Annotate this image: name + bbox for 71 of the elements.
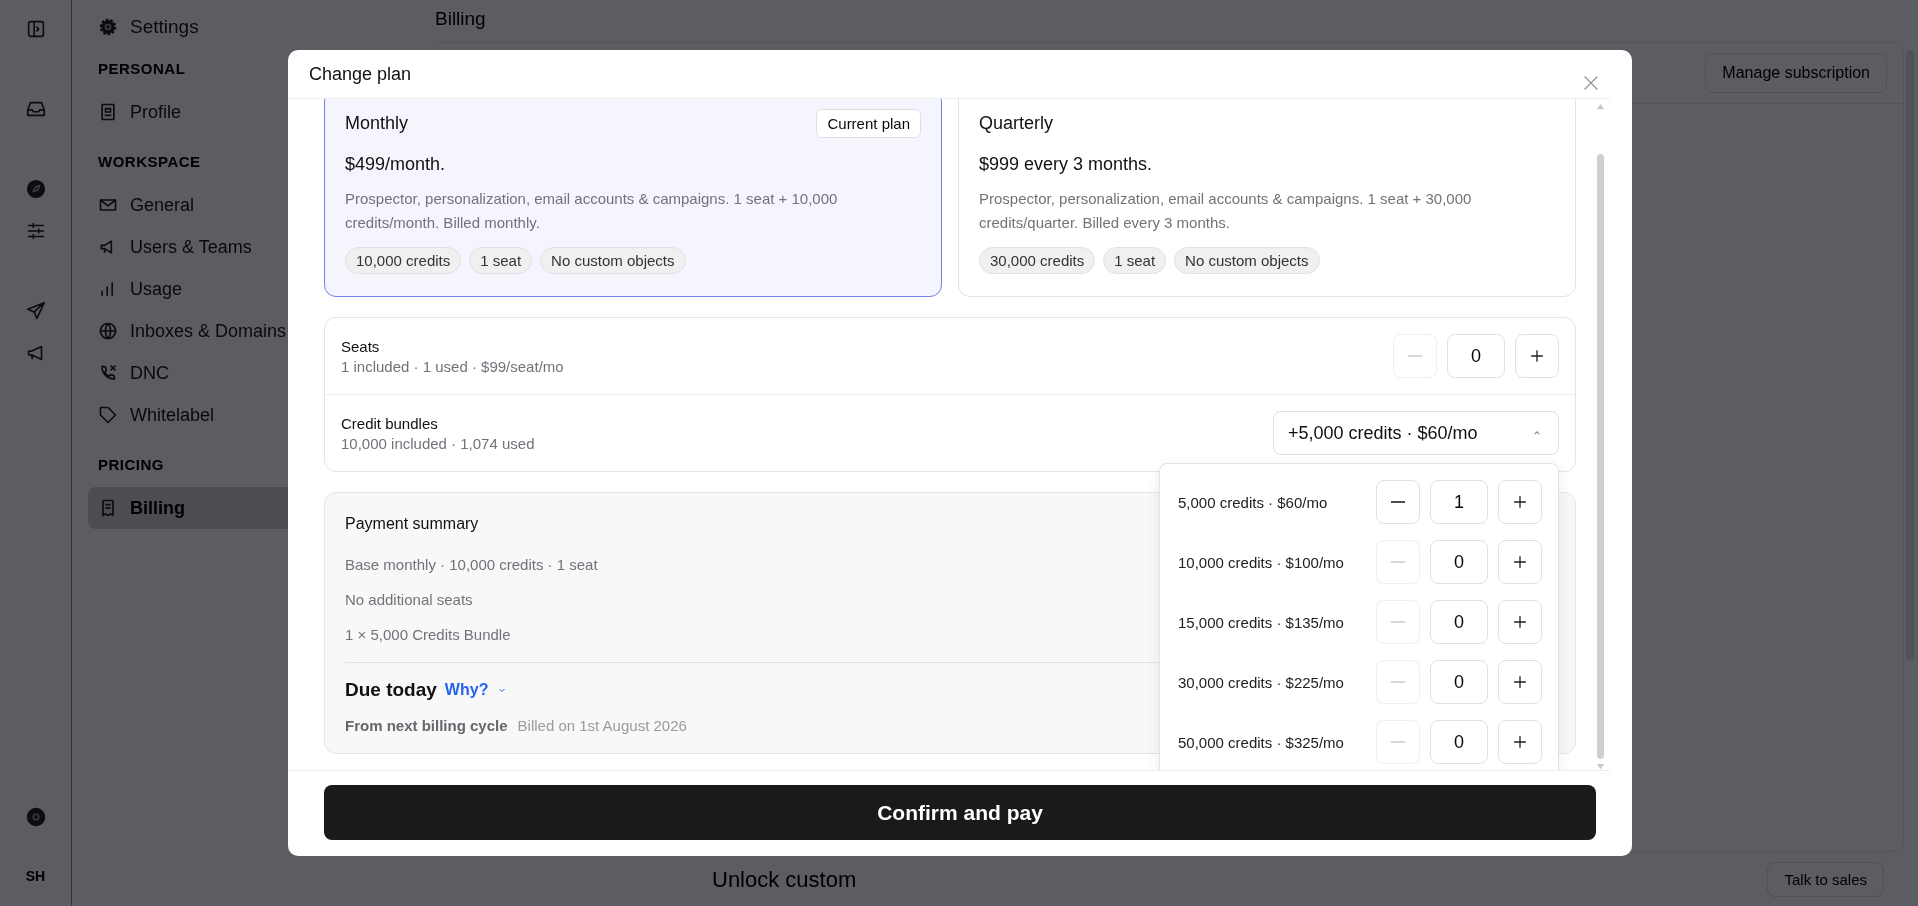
next-cycle-label: From next billing cycle bbox=[345, 717, 508, 734]
plan-description: Prospector, personalization, email accounts & campaigns. 1 seat + 30,000 credits/quarter. Billed every 3 months. bbox=[979, 189, 1473, 233]
section-heading: WORKSPACE bbox=[98, 153, 201, 170]
dialog-title: Change plan bbox=[309, 63, 412, 85]
bundle-option-label: 15,000 credits · $135/mo bbox=[1178, 613, 1344, 631]
why-link[interactable]: Why? bbox=[444, 681, 489, 699]
bundle-option-label: 50,000 credits · $325/mo bbox=[1178, 733, 1344, 751]
credit-bundles-detail: 10,000 included · 1,074 used bbox=[341, 434, 535, 452]
plan-tag: 10,000 credits bbox=[345, 247, 462, 274]
settings-icon bbox=[98, 17, 118, 37]
talk-to-sales-button[interactable]: Talk to sales bbox=[1767, 862, 1884, 897]
plan-tag: No custom objects bbox=[540, 247, 686, 274]
increment-button[interactable] bbox=[1498, 540, 1542, 584]
minus-icon bbox=[1390, 561, 1406, 563]
plan-tag: 1 seat bbox=[1103, 247, 1167, 274]
sidebar-title: Settings bbox=[130, 16, 199, 38]
section-heading: PERSONAL bbox=[98, 60, 186, 77]
confirm-and-pay-button[interactable]: Confirm and pay bbox=[324, 785, 1596, 840]
due-today-label: Due today bbox=[345, 679, 437, 701]
plan-card[interactable]: Quarterly $999 every 3 months. Prospector, personalization, email accounts & campaigns. 1 seat + 30,000 credits/quarter. Billed every 3 months. 30,000 credits 1 seat No custom objects bbox=[958, 99, 1576, 297]
unlock-heading: Unlock custom bbox=[712, 866, 857, 893]
user-avatar[interactable]: SH bbox=[17, 858, 54, 894]
compass-icon[interactable] bbox=[24, 178, 47, 200]
summary-line: Base monthly · 10,000 credits · 1 seat bbox=[345, 555, 598, 575]
bundle-count-field[interactable]: 0 bbox=[1430, 600, 1488, 644]
bundle-count-field[interactable]: 0 bbox=[1430, 660, 1488, 704]
increment-button[interactable] bbox=[1498, 480, 1542, 524]
seat-count-field[interactable]: 0 bbox=[1447, 334, 1505, 378]
section-heading: PRICING bbox=[98, 456, 164, 473]
page-title: Billing bbox=[435, 8, 487, 30]
scroll-down-icon[interactable] bbox=[1595, 763, 1605, 770]
plan-description: Prospector, personalization, email accounts & campaigns. 1 seat + 10,000 credits/month. Billed monthly. bbox=[345, 189, 839, 233]
scroll-up-icon[interactable] bbox=[1595, 103, 1605, 110]
increment-button[interactable] bbox=[1498, 600, 1542, 644]
plan-price: $499/month. bbox=[345, 154, 447, 175]
plan-name: Quarterly bbox=[979, 112, 1054, 134]
phone-icon bbox=[98, 363, 118, 383]
plan-name: Monthly bbox=[345, 112, 409, 134]
credit-bundle-dropdown[interactable]: +5,000 credits · $60/mo bbox=[1273, 411, 1559, 455]
tag-icon bbox=[98, 405, 118, 425]
bundle-option-label: 30,000 credits · $225/mo bbox=[1178, 673, 1344, 691]
send-icon[interactable] bbox=[24, 300, 47, 322]
plan-price: $999 every 3 months. bbox=[979, 154, 1154, 175]
summary-line: No additional seats bbox=[345, 590, 473, 610]
bundle-count-field[interactable]: 1 bbox=[1430, 480, 1488, 524]
manage-subscription-button[interactable]: Manage subscription bbox=[1705, 53, 1887, 93]
plan-tag: No custom objects bbox=[1174, 247, 1320, 274]
bundle-count-field[interactable]: 0 bbox=[1430, 540, 1488, 584]
current-plan-badge: Current plan bbox=[816, 108, 921, 138]
bundle-count-field[interactable]: 0 bbox=[1430, 720, 1488, 764]
seats-label: Seats bbox=[341, 337, 381, 355]
minus-icon bbox=[1407, 355, 1423, 357]
globe-icon bbox=[98, 321, 118, 341]
contact-card-icon bbox=[98, 102, 118, 122]
increment-button[interactable] bbox=[1515, 334, 1559, 378]
minus-icon bbox=[1390, 741, 1406, 743]
seats-detail: 1 included · 1 used · $99/seat/mo bbox=[341, 357, 564, 375]
summary-line: 1 × 5,000 Credits Bundle bbox=[345, 625, 511, 645]
minus-icon bbox=[1390, 621, 1406, 623]
next-cycle-date: Billed on 1st August 2026 bbox=[517, 717, 687, 734]
bundle-option-label: 10,000 credits · $100/mo bbox=[1178, 553, 1344, 571]
plan-card[interactable]: Monthly Current plan $499/month. Prospector, personalization, email accounts & campaigns. 1 seat + 10,000 credits/month. Billed monthly. 10,000 credits 1 seat No custom objects bbox=[324, 99, 942, 297]
minus-icon bbox=[1390, 501, 1406, 503]
credit-bundles-label: Credit bundles bbox=[341, 414, 439, 432]
bundle-option-label: 5,000 credits · $60/mo bbox=[1178, 493, 1328, 511]
settings-icon[interactable] bbox=[24, 806, 47, 828]
plan-tag: 1 seat bbox=[469, 247, 533, 274]
increment-button[interactable] bbox=[1498, 660, 1542, 704]
minus-icon bbox=[1390, 681, 1406, 683]
plan-tag: 30,000 credits bbox=[979, 247, 1096, 274]
increment-button[interactable] bbox=[1498, 720, 1542, 764]
